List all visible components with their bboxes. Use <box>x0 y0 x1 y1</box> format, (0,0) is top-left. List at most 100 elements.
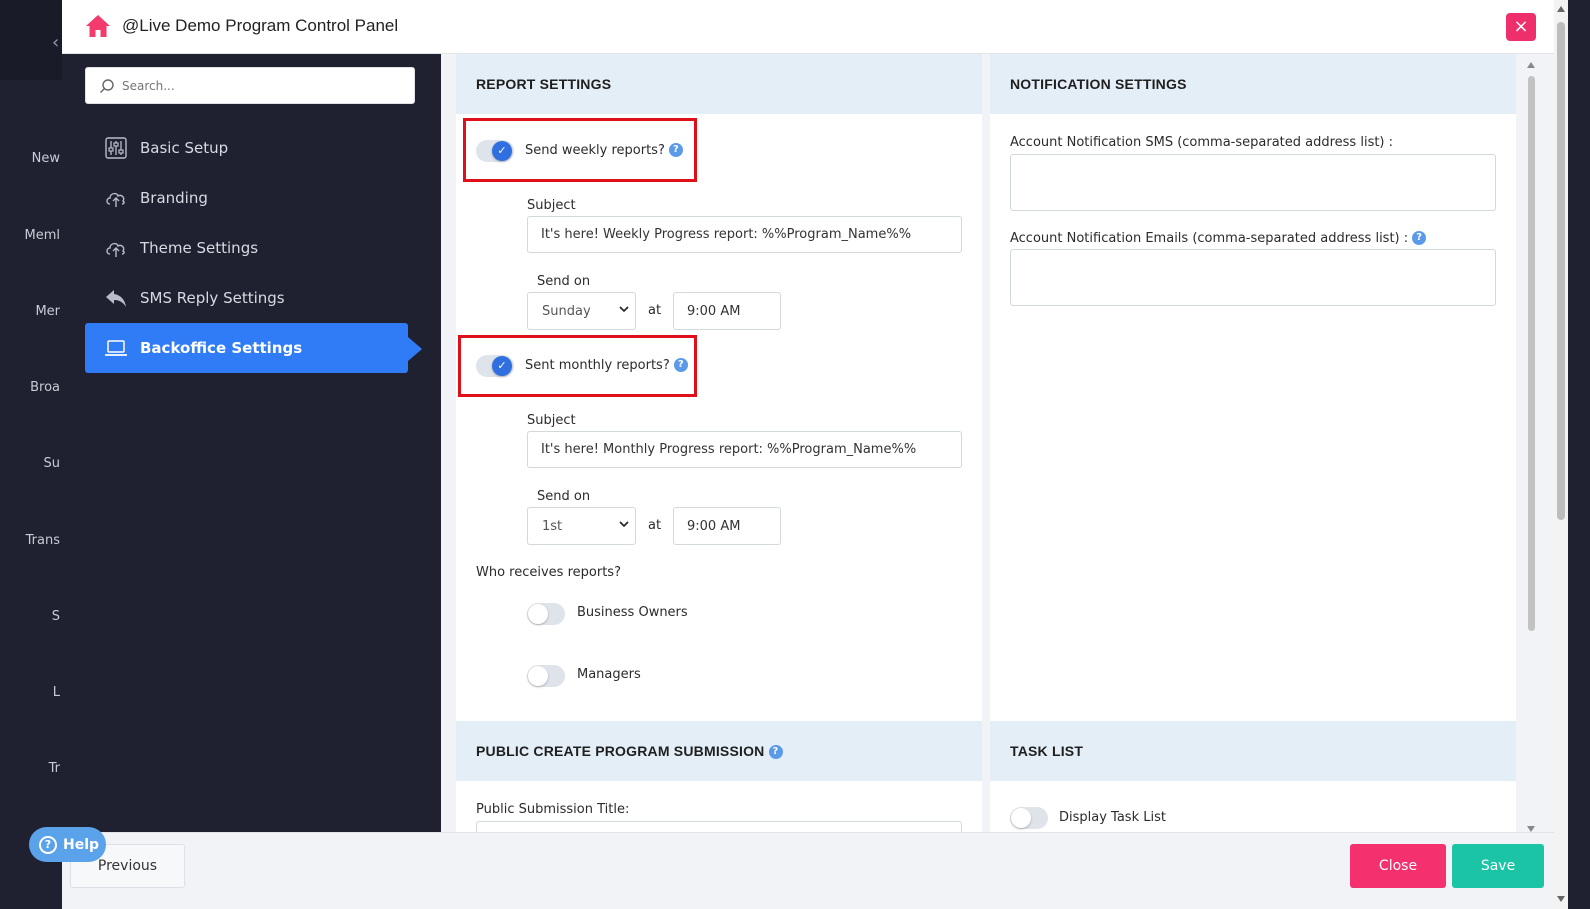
monthly-subject-input[interactable]: It's here! Monthly Progress report: %%Pr… <box>527 431 962 468</box>
help-button[interactable]: ? Help <box>29 827 106 862</box>
settings-content: REPORT SETTINGS ✓ Send weekly reports?? … <box>441 54 1554 832</box>
chevron-down-icon <box>619 306 629 313</box>
modal-close-button[interactable]: × <box>1506 13 1536 41</box>
monthly-send-on-label: Send on <box>537 489 591 504</box>
nav-item-sms-reply-settings[interactable]: SMS Reply Settings <box>85 273 408 323</box>
bg-nav-label[interactable]: Broa <box>0 380 62 395</box>
nav-item-branding[interactable]: Branding <box>85 173 408 223</box>
email-notification-textarea[interactable] <box>1010 249 1496 306</box>
notification-settings-panel: NOTIFICATION SETTINGS Account Notificati… <box>990 54 1516 721</box>
help-question-icon[interactable]: ? <box>673 358 688 372</box>
weekly-reports-toggle[interactable]: ✓ <box>476 140 514 162</box>
nav-item-label: Basic Setup <box>140 139 229 157</box>
bg-nav-label[interactable]: Su <box>0 456 62 471</box>
monthly-reports-label: Sent monthly reports?? <box>525 358 688 373</box>
monthly-day-value: 1st <box>542 518 563 534</box>
help-question-icon[interactable]: ? <box>768 745 783 759</box>
monthly-reports-toggle[interactable]: ✓ <box>476 355 514 377</box>
sliders-icon <box>105 137 127 159</box>
email-notification-label: Account Notification Emails (comma-separ… <box>1010 231 1427 246</box>
public-submission-heading-text: PUBLIC CREATE PROGRAM SUBMISSION <box>476 743 765 759</box>
settings-nav: Basic Setup Branding Theme Settings SMS … <box>62 54 441 844</box>
weekly-reports-label-text: Send weekly reports? <box>525 143 665 158</box>
monthly-subject-label: Subject <box>527 413 576 428</box>
toggle-knob <box>528 604 548 624</box>
scroll-down-arrow-icon[interactable] <box>1557 896 1565 902</box>
background-app-sidebar: ‹ New Meml Mer Broa Su Trans S L Tr <box>0 0 62 909</box>
toggle-knob <box>528 666 548 686</box>
public-submission-title-label: Public Submission Title: <box>476 802 630 817</box>
modal-footer: Previous Close Save <box>62 832 1554 909</box>
close-button[interactable]: Close <box>1350 844 1446 888</box>
help-label: Help <box>63 836 100 853</box>
weekly-time-input[interactable]: 9:00 AM <box>673 292 781 330</box>
modal-header: @Live Demo Program Control Panel × <box>62 0 1554 54</box>
nav-item-theme-settings[interactable]: Theme Settings <box>85 223 408 273</box>
bg-nav-label[interactable]: Meml <box>0 228 62 243</box>
weekly-at-label: at <box>648 303 662 318</box>
collapse-arrow-icon[interactable]: ‹ <box>52 32 59 53</box>
scroll-up-arrow-icon[interactable] <box>1527 62 1535 68</box>
bg-nav-label[interactable]: L <box>0 685 62 700</box>
nav-item-label: Backoffice Settings <box>140 339 303 357</box>
nav-item-basic-setup[interactable]: Basic Setup <box>85 123 408 173</box>
display-task-list-toggle[interactable] <box>1010 807 1048 829</box>
cloud-upload-icon <box>106 192 125 207</box>
bg-nav-label[interactable]: Mer <box>0 304 62 319</box>
monthly-time-input[interactable]: 9:00 AM <box>673 507 781 545</box>
content-scrollbar[interactable] <box>1524 58 1538 838</box>
bg-nav-label[interactable]: S <box>0 609 62 624</box>
email-notification-label-text: Account Notification Emails (comma-separ… <box>1010 231 1409 246</box>
scrollbar-thumb[interactable] <box>1528 76 1535 631</box>
notification-settings-heading: NOTIFICATION SETTINGS <box>990 54 1516 114</box>
nav-item-backoffice-settings[interactable]: Backoffice Settings <box>85 323 408 373</box>
business-owners-toggle[interactable] <box>527 603 565 625</box>
public-submission-panel: PUBLIC CREATE PROGRAM SUBMISSION? Public… <box>456 721 982 832</box>
report-settings-panel: REPORT SETTINGS ✓ Send weekly reports?? … <box>456 54 982 721</box>
check-icon: ✓ <box>492 141 512 161</box>
weekly-subject-label: Subject <box>527 198 576 213</box>
active-item-caret <box>408 337 422 361</box>
managers-label: Managers <box>577 667 641 682</box>
help-question-icon[interactable]: ? <box>668 143 683 157</box>
sms-notification-label: Account Notification SMS (comma-separate… <box>1010 135 1394 150</box>
bg-nav-label[interactable]: Tr <box>0 761 62 776</box>
cloud-upload-icon <box>106 242 125 257</box>
question-icon: ? <box>39 835 57 854</box>
report-settings-heading: REPORT SETTINGS <box>456 54 982 114</box>
page-scrollbar[interactable] <box>1554 0 1568 909</box>
weekly-send-on-label: Send on <box>537 274 591 289</box>
managers-toggle[interactable] <box>527 665 565 687</box>
toggle-knob <box>1011 808 1031 828</box>
task-list-panel: TASK LIST Display Task List <box>990 721 1516 832</box>
scroll-up-arrow-icon[interactable] <box>1557 6 1565 12</box>
monthly-day-select[interactable]: 1st <box>527 507 636 545</box>
sms-notification-textarea[interactable] <box>1010 154 1496 211</box>
nav-item-label: Theme Settings <box>140 239 259 257</box>
laptop-icon <box>105 340 127 356</box>
weekly-day-value: Sunday <box>542 303 591 319</box>
weekly-day-select[interactable]: Sunday <box>527 292 636 330</box>
search-input[interactable] <box>122 76 402 96</box>
monthly-reports-label-text: Sent monthly reports? <box>525 358 670 373</box>
business-owners-label: Business Owners <box>577 605 688 620</box>
bg-nav-label[interactable]: Trans <box>0 533 62 548</box>
public-submission-title-input[interactable] <box>476 821 962 832</box>
display-task-list-label: Display Task List <box>1059 810 1166 825</box>
public-submission-heading: PUBLIC CREATE PROGRAM SUBMISSION? <box>456 721 982 781</box>
task-list-heading: TASK LIST <box>990 721 1516 781</box>
bg-nav-label[interactable]: New <box>0 151 62 166</box>
check-icon: ✓ <box>492 356 512 376</box>
weekly-subject-input[interactable]: It's here! Weekly Progress report: %%Pro… <box>527 216 962 253</box>
control-panel-modal: @Live Demo Program Control Panel × Basic… <box>62 0 1554 909</box>
monthly-at-label: at <box>648 518 662 533</box>
search-box[interactable] <box>85 67 415 104</box>
save-button[interactable]: Save <box>1452 844 1544 888</box>
help-question-icon[interactable]: ? <box>1412 231 1427 245</box>
home-icon <box>86 15 110 37</box>
chevron-down-icon <box>619 521 629 528</box>
reply-icon <box>106 290 126 307</box>
modal-title: @Live Demo Program Control Panel <box>122 16 399 35</box>
scrollbar-thumb[interactable] <box>1557 22 1565 520</box>
nav-item-label: Branding <box>140 189 208 207</box>
